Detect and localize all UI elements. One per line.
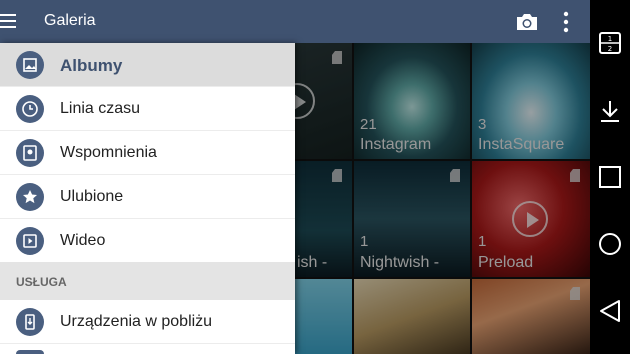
album-tile[interactable]: 21 Instagram bbox=[354, 43, 470, 159]
drawer-item-partial[interactable] bbox=[0, 344, 295, 354]
back-icon[interactable] bbox=[598, 299, 622, 323]
svg-text:1: 1 bbox=[608, 35, 612, 43]
photo-album-icon bbox=[16, 51, 44, 79]
camera-icon[interactable] bbox=[515, 11, 539, 33]
sd-card-icon bbox=[332, 169, 342, 182]
drawer-item-favorites[interactable]: Ulubione bbox=[0, 175, 295, 219]
album-count: 1 bbox=[478, 233, 487, 250]
star-icon bbox=[16, 183, 44, 211]
album-tile[interactable] bbox=[472, 279, 590, 354]
album-tile[interactable]: 3 InstaSquare bbox=[472, 43, 590, 159]
album-tile[interactable]: 1 Preload bbox=[472, 161, 590, 277]
album-count: 21 bbox=[360, 116, 377, 133]
drawer-item-label: Ulubione bbox=[60, 188, 124, 205]
clock-icon bbox=[16, 95, 44, 123]
recents-icon[interactable] bbox=[598, 165, 622, 189]
hamburger-icon[interactable] bbox=[0, 14, 18, 30]
drawer-item-label: Linia czasu bbox=[60, 100, 141, 117]
svg-text:2: 2 bbox=[608, 45, 612, 53]
album-tile[interactable] bbox=[354, 279, 470, 354]
nearby-devices-icon bbox=[16, 308, 44, 336]
navigation-drawer: Albumy Linia czasu Wspomnienia Ulubione … bbox=[0, 43, 295, 354]
drawer-item-albums[interactable]: Albumy bbox=[0, 43, 295, 87]
sd-card-icon bbox=[570, 169, 580, 182]
drawer-item-label: Wideo bbox=[60, 232, 106, 249]
album-name: Preload bbox=[478, 254, 534, 271]
album-name: ish - bbox=[297, 254, 328, 271]
section-label: USŁUGA bbox=[16, 275, 67, 289]
app-bar: Galeria bbox=[0, 0, 590, 43]
memories-icon bbox=[16, 139, 44, 167]
album-count: 3 bbox=[478, 116, 487, 133]
download-icon[interactable] bbox=[598, 99, 622, 123]
home-icon[interactable] bbox=[598, 232, 622, 256]
drawer-item-video[interactable]: Wideo bbox=[0, 219, 295, 263]
album-name: Nightwish - bbox=[360, 254, 440, 271]
drawer-item-label: Albumy bbox=[60, 56, 123, 75]
app-title: Galeria bbox=[44, 12, 96, 29]
drawer-item-label: Wspomnienia bbox=[60, 144, 157, 161]
drawer-item-nearby-devices[interactable]: Urządzenia w pobliżu bbox=[0, 300, 295, 344]
partial-icon bbox=[16, 350, 44, 354]
split-screen-icon[interactable]: 1 2 bbox=[598, 31, 622, 55]
drawer-item-label: Urządzenia w pobliżu bbox=[60, 313, 213, 330]
section-header: USŁUGA bbox=[0, 262, 295, 300]
album-count: 1 bbox=[360, 233, 369, 250]
album-name: InstaSquare bbox=[478, 136, 565, 153]
drawer-item-timeline[interactable]: Linia czasu bbox=[0, 87, 295, 131]
sd-card-icon bbox=[570, 287, 580, 300]
video-icon bbox=[16, 227, 44, 255]
play-icon bbox=[512, 201, 548, 237]
album-name: Instagram bbox=[360, 136, 432, 153]
drawer-item-memories[interactable]: Wspomnienia bbox=[0, 131, 295, 175]
system-nav-bar: 1 2 bbox=[590, 0, 630, 354]
sd-card-icon bbox=[450, 169, 460, 182]
sd-card-icon bbox=[332, 51, 342, 64]
album-tile[interactable]: 1 Nightwish - bbox=[354, 161, 470, 277]
more-vert-icon[interactable] bbox=[561, 11, 571, 33]
